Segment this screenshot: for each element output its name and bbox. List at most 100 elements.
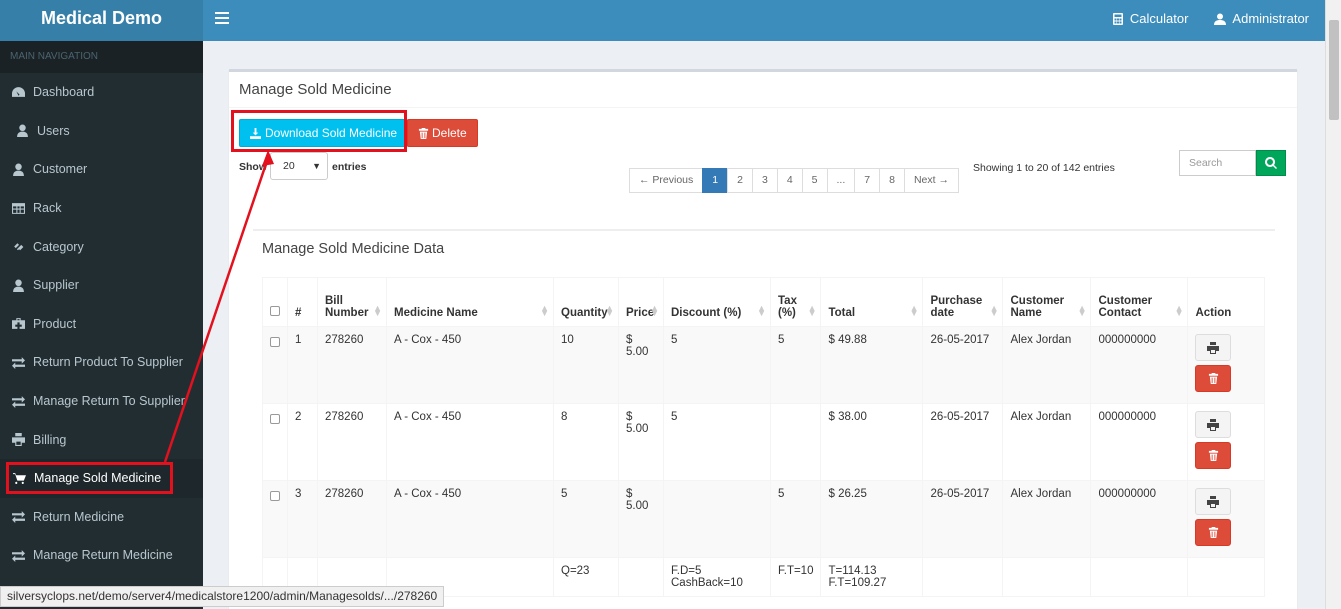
delete-row-button[interactable] <box>1195 365 1232 392</box>
print-icon <box>1207 418 1220 431</box>
sidebar-item-rack[interactable]: Rack <box>0 189 203 228</box>
row-checkbox[interactable] <box>270 491 280 501</box>
cell-price: $ 5.00 <box>618 326 664 404</box>
pagination-page[interactable]: 7 <box>854 168 881 193</box>
entries-select[interactable]: 20 ▼ <box>270 152 328 180</box>
summary-discount: F.D=5 CashBack=10 <box>663 557 771 597</box>
sort-icon: ▲ ▼ <box>807 303 817 318</box>
table-icon <box>12 202 25 214</box>
sidebar-item-product[interactable]: Product <box>0 305 203 344</box>
column-header[interactable]: Tax (%) ▲ ▼ <box>769 277 822 327</box>
summary-tax: F.T=10 <box>769 557 822 597</box>
cell-date: 26-05-2017 <box>922 403 1004 481</box>
column-header-select[interactable] <box>262 277 288 327</box>
cell-price: $ 5.00 <box>618 480 664 558</box>
trash-icon <box>1208 527 1219 538</box>
row-checkbox[interactable] <box>270 414 280 424</box>
sidebar-item-dashboard[interactable]: Dashboard <box>0 73 203 112</box>
sidebar-item-billing[interactable]: Billing <box>0 420 203 459</box>
print-button[interactable] <box>1195 488 1232 515</box>
delete-row-button[interactable] <box>1195 442 1232 469</box>
delete-row-button[interactable] <box>1195 519 1232 546</box>
sidebar-item-manage-return-to-supplier[interactable]: Manage Return To Supplier <box>0 382 203 421</box>
pagination-page[interactable]: 3 <box>751 168 778 193</box>
page-scrollbar[interactable] <box>1325 0 1341 609</box>
cell-price: $ 5.00 <box>618 403 664 481</box>
search-button[interactable] <box>1256 150 1286 176</box>
pagination-page[interactable]: 5 <box>801 168 828 193</box>
column-header[interactable]: Price ▲ ▼ <box>618 277 664 327</box>
row-checkbox[interactable] <box>270 337 280 347</box>
table-title: Manage Sold Medicine Data <box>262 241 445 257</box>
page-title: Manage Sold Medicine <box>229 72 1297 108</box>
entries-label: entries <box>332 161 367 173</box>
exchange-icon <box>12 395 25 408</box>
column-header[interactable]: Quantity ▲ ▼ <box>553 277 619 327</box>
sidebar-item-label: Rack <box>33 201 62 216</box>
calculator-link[interactable]: Calculator <box>1112 11 1189 26</box>
sort-icon: ▲ ▼ <box>1077 303 1087 318</box>
cell-qty: 8 <box>553 403 619 481</box>
sold-medicine-table: # Bill Number ▲ ▼ Medicine Name ▲ ▼ Quantity… <box>262 277 1265 597</box>
calculator-label: Calculator <box>1129 11 1189 26</box>
sidebar-item-return-product-to-supplier[interactable]: Return Product To Supplier <box>0 343 203 382</box>
sidebar-item-manage-return-medicine[interactable]: Manage Return Medicine <box>0 536 203 575</box>
link-icon <box>14 243 24 251</box>
column-header[interactable]: Purchase date ▲ ▼ <box>922 277 1004 327</box>
cell-total: $ 49.88 <box>820 326 924 404</box>
pagination-page[interactable]: 4 <box>776 168 803 193</box>
cell-date: 26-05-2017 <box>922 326 1004 404</box>
select-all-checkbox[interactable] <box>270 306 280 316</box>
cell-customer: Alex Jordan <box>1002 403 1092 481</box>
sidebar-item-supplier[interactable]: Supplier <box>0 266 203 305</box>
print-icon <box>1207 495 1220 508</box>
nav-header: MAIN NAVIGATION <box>0 41 203 73</box>
cell-qty: 10 <box>553 326 619 404</box>
cell-no: 1 <box>287 326 318 404</box>
column-header[interactable]: Medicine Name ▲ ▼ <box>386 277 554 327</box>
pagination-next[interactable]: Next → <box>903 168 959 193</box>
trash-icon <box>1208 450 1219 461</box>
column-header[interactable]: Discount (%) ▲ ▼ <box>663 277 771 327</box>
sidebar-toggle-icon[interactable] <box>215 12 229 24</box>
sidebar-item-manage-sold-medicine[interactable]: Manage Sold Medicine <box>0 458 203 498</box>
user-menu[interactable]: Administrator <box>1214 11 1309 26</box>
pagination-page[interactable]: 1 <box>702 168 729 193</box>
exchange-icon <box>12 357 25 369</box>
user-icon <box>1214 13 1227 25</box>
sidebar-item-label: Supplier <box>33 278 79 293</box>
user-icon <box>13 163 24 176</box>
pagination-ellipsis: ... <box>826 168 856 193</box>
sidebar-item-label: Billing <box>33 432 67 447</box>
cell-discount: 5 <box>663 326 771 404</box>
delete-button[interactable]: Delete <box>407 119 478 147</box>
cell-discount: 5 <box>663 403 771 481</box>
print-button[interactable] <box>1195 334 1232 361</box>
column-header[interactable]: # <box>287 277 318 327</box>
pagination-page[interactable]: 8 <box>879 168 905 193</box>
column-header[interactable]: Total ▲ ▼ <box>820 277 924 327</box>
column-header[interactable]: Bill Number ▲ ▼ <box>317 277 387 327</box>
sidebar-item-label: Product <box>33 316 77 331</box>
annotation-highlight-box <box>231 110 407 152</box>
sidebar-item-customer[interactable]: Customer <box>0 150 203 189</box>
cell-action <box>1187 480 1265 558</box>
sidebar-item-category[interactable]: Category <box>0 227 203 266</box>
exchange-icon <box>12 550 25 562</box>
cell-total: $ 26.25 <box>820 480 924 558</box>
cart-icon <box>13 472 26 484</box>
sidebar-item-users[interactable]: Users <box>0 112 203 151</box>
sidebar-item-label: Manage Return To Supplier <box>33 394 185 409</box>
sort-icon: ▲ ▼ <box>989 303 999 318</box>
sidebar-item-return-medicine[interactable]: Return Medicine <box>0 498 203 537</box>
cell-tax: 5 <box>769 480 822 558</box>
scrollbar-thumb[interactable] <box>1329 20 1339 120</box>
app-logo[interactable]: Medical Demo <box>0 0 203 41</box>
pagination-page[interactable]: 2 <box>727 168 753 193</box>
cell-contact: 000000000 <box>1090 326 1189 404</box>
search-input[interactable]: Search <box>1179 150 1256 176</box>
pagination-previous[interactable]: ← Previous <box>629 168 704 193</box>
column-header[interactable]: Customer Contact ▲ ▼ <box>1090 277 1189 327</box>
print-button[interactable] <box>1195 411 1232 438</box>
column-header[interactable]: Customer Name ▲ ▼ <box>1002 277 1092 327</box>
